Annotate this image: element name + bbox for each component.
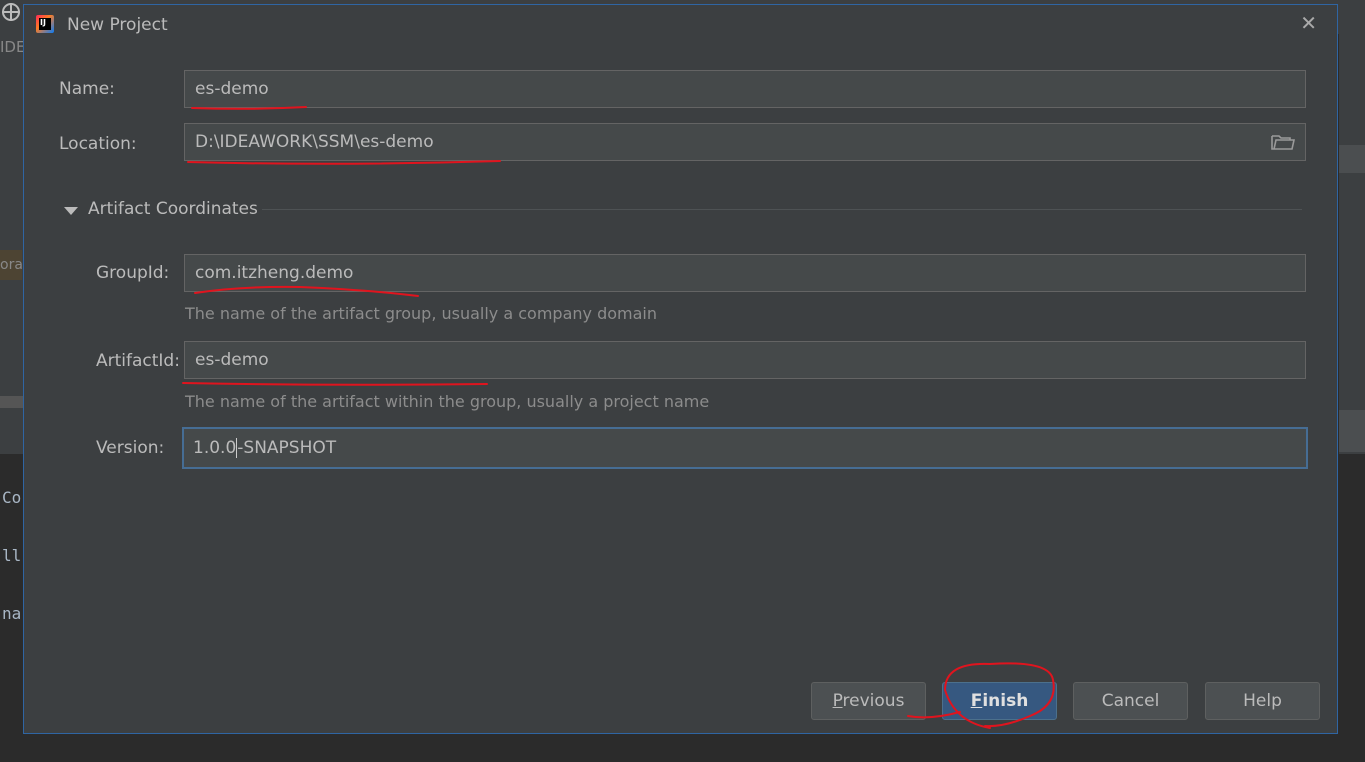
artifact-id-hint: The name of the artifact within the grou… xyxy=(185,392,710,411)
target-icon xyxy=(2,3,20,21)
location-field[interactable]: D:\IDEAWORK\SSM\es-demo xyxy=(184,123,1306,161)
cancel-button[interactable]: Cancel xyxy=(1073,682,1188,720)
name-label: Name: xyxy=(59,79,115,99)
artifact-id-label: ArtifactId: xyxy=(96,351,180,371)
section-title: Artifact Coordinates xyxy=(88,199,258,219)
ide-right-panel xyxy=(1339,34,1365,454)
intellij-logo-icon: IJ xyxy=(36,15,54,33)
folder-icon[interactable] xyxy=(1271,133,1295,151)
artifact-id-field[interactable]: es-demo xyxy=(184,341,1306,379)
triangle-down-icon xyxy=(64,207,78,215)
finish-mnemonic: F xyxy=(970,691,983,711)
code-line: Co xyxy=(2,488,22,507)
close-button[interactable]: ✕ xyxy=(1300,13,1317,33)
ide-left-panel xyxy=(0,34,24,454)
previous-label: revious xyxy=(842,691,905,711)
code-line: na xyxy=(2,604,22,623)
ide-highlight-text: ora xyxy=(0,257,23,273)
version-field[interactable]: 1.0.0-SNAPSHOT xyxy=(182,427,1308,469)
ide-right-strip-1 xyxy=(1339,145,1365,173)
version-value-before-caret: 1.0.0 xyxy=(193,438,237,458)
ide-scrollbar[interactable] xyxy=(0,396,24,408)
name-value: es-demo xyxy=(195,79,269,99)
group-id-label: GroupId: xyxy=(96,263,170,283)
new-project-dialog: IJ New Project ✕ Name: es-demo Location:… xyxy=(23,4,1338,734)
group-id-field[interactable]: com.itzheng.demo xyxy=(184,254,1306,292)
finish-label: inish xyxy=(982,691,1029,711)
finish-button[interactable]: Finish xyxy=(942,682,1057,720)
ide-right-strip-2 xyxy=(1339,410,1365,452)
group-id-value: com.itzheng.demo xyxy=(195,263,354,283)
ide-highlight: ora xyxy=(0,250,23,280)
dialog-titlebar[interactable]: IJ New Project ✕ xyxy=(24,5,1337,45)
version-label: Version: xyxy=(96,438,165,458)
previous-mnemonic: P xyxy=(832,691,843,711)
dialog-title: New Project xyxy=(67,15,168,35)
group-id-hint: The name of the artifact group, usually … xyxy=(185,304,657,323)
code-line: ll xyxy=(2,546,22,565)
artifact-id-value: es-demo xyxy=(195,350,269,370)
version-value-after-caret: -SNAPSHOT xyxy=(237,438,337,458)
location-label: Location: xyxy=(59,134,137,154)
location-value: D:\IDEAWORK\SSM\es-demo xyxy=(195,132,434,152)
name-field[interactable]: es-demo xyxy=(184,70,1306,108)
section-divider xyxy=(262,209,1302,210)
help-button[interactable]: Help xyxy=(1205,682,1320,720)
previous-button[interactable]: Previous xyxy=(811,682,926,720)
ide-label: IDE xyxy=(0,38,24,56)
